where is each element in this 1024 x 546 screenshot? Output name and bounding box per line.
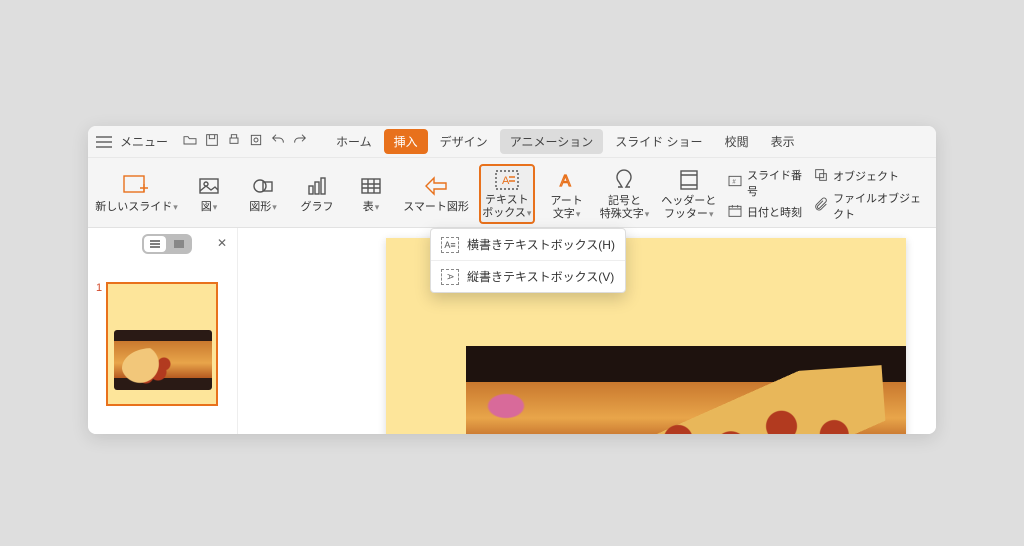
tab-home[interactable]: ホーム xyxy=(326,129,382,154)
horizontal-text-box-label: 横書きテキストボックス(H) xyxy=(467,236,615,253)
new-slide-icon xyxy=(122,173,150,199)
tab-review[interactable]: 校閲 xyxy=(715,129,759,154)
new-slide-label: 新しいスライド xyxy=(95,201,172,213)
save-icon[interactable] xyxy=(204,132,220,151)
text-box-button[interactable]: A テキストボックス▾ xyxy=(479,164,535,224)
quick-access-toolbar xyxy=(182,132,308,151)
smart-shape-button[interactable]: スマート図形 xyxy=(403,164,469,224)
slide-panel: ✕ 1 xyxy=(88,228,238,434)
object-button[interactable]: オブジェクト xyxy=(813,167,928,186)
tab-slideshow[interactable]: スライド ショー xyxy=(605,129,712,154)
file-object-icon xyxy=(813,196,829,215)
chart-button[interactable]: グラフ xyxy=(295,164,339,224)
menu-label[interactable]: メニュー xyxy=(120,133,168,150)
menubar: メニュー ホーム 挿入 デザイン アニメーション スライド ショー 校閲 表示 xyxy=(88,126,936,158)
redo-icon[interactable] xyxy=(292,132,308,151)
wordart-button[interactable]: A アート文字▾ xyxy=(545,164,589,224)
file-object-label: ファイルオブジェクト xyxy=(833,190,928,222)
chart-label: グラフ xyxy=(300,201,333,213)
shapes-button[interactable]: 図形▾ xyxy=(241,164,285,224)
vertical-text-box-item[interactable]: A 縦書きテキストボックス(V) xyxy=(431,261,625,292)
shapes-label: 図形 xyxy=(249,201,271,213)
symbol-label-1: 記号と xyxy=(608,195,641,207)
symbol-label-2: 特殊文字 xyxy=(600,208,644,220)
picture-button[interactable]: 図▾ xyxy=(187,164,231,224)
table-button[interactable]: 表▾ xyxy=(349,164,393,224)
tab-view[interactable]: 表示 xyxy=(761,129,805,154)
close-panel-icon[interactable]: ✕ xyxy=(217,236,227,250)
thumbnail-view-icon[interactable] xyxy=(168,236,190,252)
tab-design[interactable]: デザイン xyxy=(430,129,498,154)
hamburger-icon[interactable] xyxy=(96,136,112,148)
new-slide-button[interactable]: 新しいスライド▾ xyxy=(96,164,177,224)
header-footer-label-2: フッター xyxy=(664,208,708,220)
tab-insert[interactable]: 挿入 xyxy=(384,129,428,154)
tab-animation[interactable]: アニメーション xyxy=(500,129,604,154)
wordart-label-1: アート xyxy=(550,195,582,207)
horizontal-text-box-icon: A≡ xyxy=(441,237,459,253)
wordart-icon: A xyxy=(555,167,579,193)
vertical-text-box-label: 縦書きテキストボックス(V) xyxy=(467,268,614,285)
wordart-label-2: 文字 xyxy=(553,208,575,220)
text-box-label-1: テキスト xyxy=(485,194,529,206)
slide-index: 1 xyxy=(96,282,102,294)
smart-shape-label: スマート図形 xyxy=(403,201,469,213)
svg-text:#: # xyxy=(732,180,736,186)
text-box-icon: A xyxy=(494,168,520,192)
slide-number-label: スライド番号 xyxy=(747,167,803,199)
date-time-icon xyxy=(727,203,743,222)
symbol-icon xyxy=(612,167,636,193)
picture-label: 図 xyxy=(201,201,212,213)
svg-text:A: A xyxy=(560,173,571,190)
slide-thumbnail-row: 1 xyxy=(96,282,229,406)
thumbnail-image xyxy=(114,330,212,390)
file-object-button[interactable]: ファイルオブジェクト xyxy=(813,190,928,222)
ribbon-tabs: ホーム 挿入 デザイン アニメーション スライド ショー 校閲 表示 xyxy=(326,129,805,154)
chart-icon xyxy=(305,173,329,199)
slide-number-button[interactable]: # スライド番号 xyxy=(727,167,803,199)
symbol-button[interactable]: 記号と特殊文字▾ xyxy=(599,164,651,224)
date-time-button[interactable]: 日付と時刻 xyxy=(727,203,803,222)
small-buttons-col-2: オブジェクト ファイルオブジェクト xyxy=(813,164,928,224)
open-icon[interactable] xyxy=(182,132,198,151)
text-box-dropdown: A≡ 横書きテキストボックス(H) A 縦書きテキストボックス(V) xyxy=(430,228,626,293)
outline-view-icon[interactable] xyxy=(144,236,166,252)
ribbon: 新しいスライド▾ 図▾ 図形▾ グラフ 表▾ スマート図形 A テキストボックス… xyxy=(88,158,936,228)
smart-shape-icon xyxy=(423,173,449,199)
svg-text:A: A xyxy=(502,175,510,187)
shapes-icon xyxy=(251,173,275,199)
date-time-label: 日付と時刻 xyxy=(747,204,802,220)
header-footer-button[interactable]: ヘッダーとフッター▾ xyxy=(660,164,717,224)
panel-view-toggle[interactable] xyxy=(142,234,192,254)
horizontal-text-box-item[interactable]: A≡ 横書きテキストボックス(H) xyxy=(431,229,625,261)
slide-image[interactable] xyxy=(466,346,906,434)
table-icon xyxy=(359,173,383,199)
table-label: 表 xyxy=(363,201,374,213)
slide-number-icon: # xyxy=(727,173,743,192)
picture-icon xyxy=(197,173,221,199)
print-icon[interactable] xyxy=(226,132,242,151)
print-preview-icon[interactable] xyxy=(248,132,264,151)
header-footer-icon xyxy=(677,167,701,193)
small-buttons-col-1: # スライド番号 日付と時刻 xyxy=(727,164,803,224)
text-box-label-2: ボックス xyxy=(482,207,526,219)
object-label: オブジェクト xyxy=(833,168,899,184)
vertical-text-box-icon: A xyxy=(441,269,459,285)
undo-icon[interactable] xyxy=(270,132,286,151)
object-icon xyxy=(813,167,829,186)
header-footer-label-1: ヘッダーと xyxy=(661,195,716,207)
slide-thumbnail[interactable] xyxy=(106,282,218,406)
